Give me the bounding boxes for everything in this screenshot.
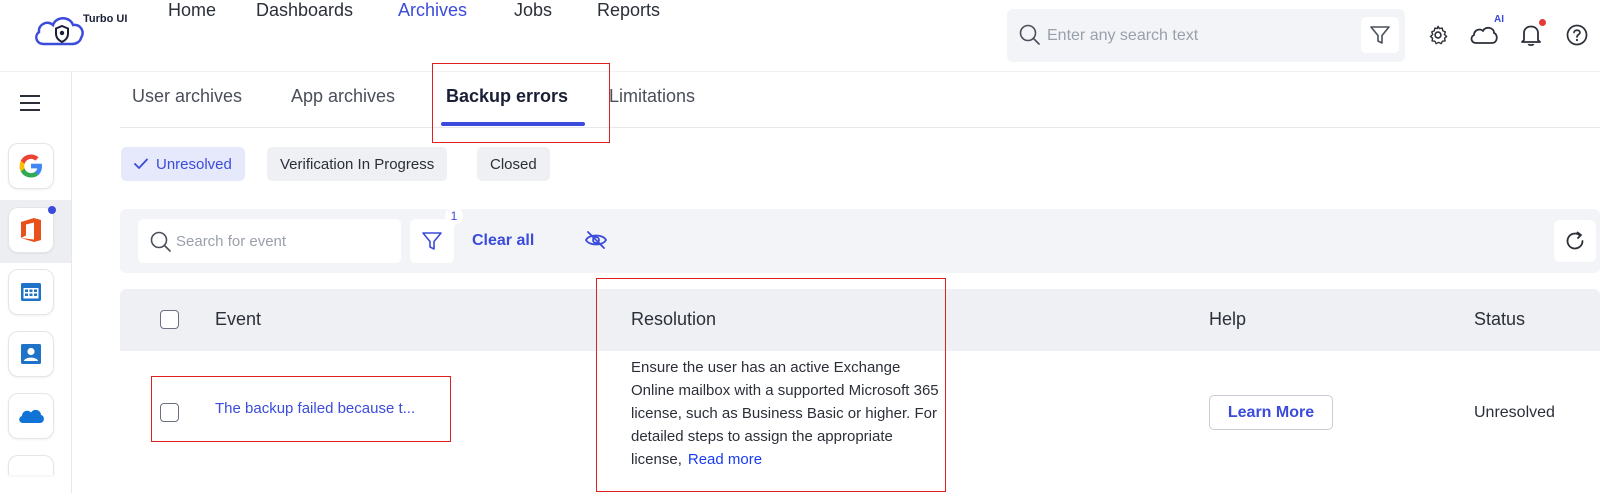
refresh-button[interactable]: [1554, 220, 1596, 262]
resolution-body: Ensure the user has an active Exchange O…: [631, 359, 939, 468]
refresh-icon: [1566, 231, 1584, 250]
office-icon: [21, 218, 41, 242]
table-header: Event Resolution Help Status: [120, 289, 1600, 351]
filter-icon: [1370, 26, 1390, 44]
event-filter-button[interactable]: [410, 219, 454, 263]
nav-home[interactable]: Home: [168, 0, 216, 21]
nav-reports[interactable]: Reports: [597, 0, 660, 21]
notifications-button[interactable]: [1518, 22, 1544, 48]
toggle-visibility-button[interactable]: [584, 230, 608, 255]
learn-more-button[interactable]: Learn More: [1209, 395, 1333, 430]
settings-button[interactable]: [1425, 22, 1451, 48]
active-tab-indicator: [441, 122, 585, 126]
google-icon: [19, 154, 42, 178]
chip-closed[interactable]: Closed: [477, 147, 550, 181]
sidebar-app-more[interactable]: [8, 455, 54, 475]
help-button[interactable]: [1564, 22, 1590, 48]
cloud-shield-logo-icon: [35, 17, 84, 46]
event-search: [138, 219, 401, 263]
row-checkbox[interactable]: [160, 403, 179, 422]
search-icon: [150, 231, 171, 252]
column-header-event[interactable]: Event: [215, 309, 261, 330]
nav-dashboards[interactable]: Dashboards: [256, 0, 353, 21]
chip-unresolved[interactable]: Unresolved: [121, 147, 245, 181]
calendar-icon: [21, 283, 41, 301]
eye-off-icon: [584, 231, 608, 249]
sidebar-app-office[interactable]: [8, 207, 54, 253]
archive-tabs: User archives App archives Backup errors…: [120, 72, 1600, 128]
column-header-resolution: Resolution: [631, 309, 717, 329]
hamburger-menu-icon: [20, 95, 40, 111]
table-row: The backup failed because t... Ensure th…: [120, 351, 1600, 471]
tab-app-archives[interactable]: App archives: [291, 86, 395, 107]
column-header-help: Help: [1209, 309, 1247, 329]
tab-limitations[interactable]: Limitations: [609, 86, 695, 107]
sidebar-app-office-indicator: [48, 206, 56, 214]
cloud-icon: [1470, 26, 1498, 44]
sidebar-app-contacts[interactable]: [8, 331, 54, 377]
gear-icon: [1429, 25, 1448, 45]
app-sidebar: [0, 72, 72, 493]
event-filter-bar: 1 Clear all: [120, 207, 1600, 273]
ai-badge: AI: [1494, 14, 1504, 25]
help-circle-icon: [1566, 24, 1588, 46]
chip-unresolved-label: Unresolved: [156, 155, 232, 173]
nav-jobs[interactable]: Jobs: [514, 0, 552, 21]
sidebar-app-onedrive[interactable]: [8, 393, 54, 439]
filter-count-badge: 1: [445, 207, 463, 225]
global-search-input[interactable]: [1047, 23, 1347, 49]
global-filter-button[interactable]: [1361, 17, 1399, 53]
bell-icon: [1521, 25, 1541, 47]
read-more-link[interactable]: Read more: [688, 451, 762, 468]
search-icon: [1019, 24, 1040, 45]
nav-archives[interactable]: Archives: [398, 0, 467, 21]
tab-user-archives[interactable]: User archives: [132, 86, 242, 107]
chip-closed-label: Closed: [490, 155, 537, 173]
clear-all-button[interactable]: Clear all: [472, 232, 534, 250]
resolution-text: Ensure the user has an active Exchange O…: [631, 356, 941, 471]
status-value: Unresolved: [1474, 404, 1555, 421]
menu-toggle-button[interactable]: [19, 94, 41, 117]
column-header-status[interactable]: Status: [1474, 309, 1525, 330]
tab-backup-errors[interactable]: Backup errors: [446, 86, 568, 107]
global-search: [1007, 9, 1405, 62]
top-bar: Turbo UI Home Dashboards Archives Jobs R…: [0, 0, 1600, 72]
contacts-icon: [21, 344, 41, 364]
notification-dot: [1539, 19, 1546, 26]
event-search-input[interactable]: [176, 230, 386, 252]
select-all-checkbox[interactable]: [160, 310, 179, 329]
chip-verification-in-progress[interactable]: Verification In Progress: [267, 147, 448, 181]
sidebar-app-calendar[interactable]: [8, 269, 54, 315]
filter-icon: [422, 232, 442, 250]
sidebar-app-google[interactable]: [8, 143, 54, 189]
app-name: Turbo UI: [83, 13, 128, 25]
ai-cloud-button[interactable]: [1468, 22, 1500, 48]
event-link[interactable]: The backup failed because t...: [215, 400, 415, 417]
onedrive-cloud-icon: [19, 409, 44, 423]
chip-verification-label: Verification In Progress: [280, 155, 435, 173]
check-icon: [134, 158, 148, 169]
